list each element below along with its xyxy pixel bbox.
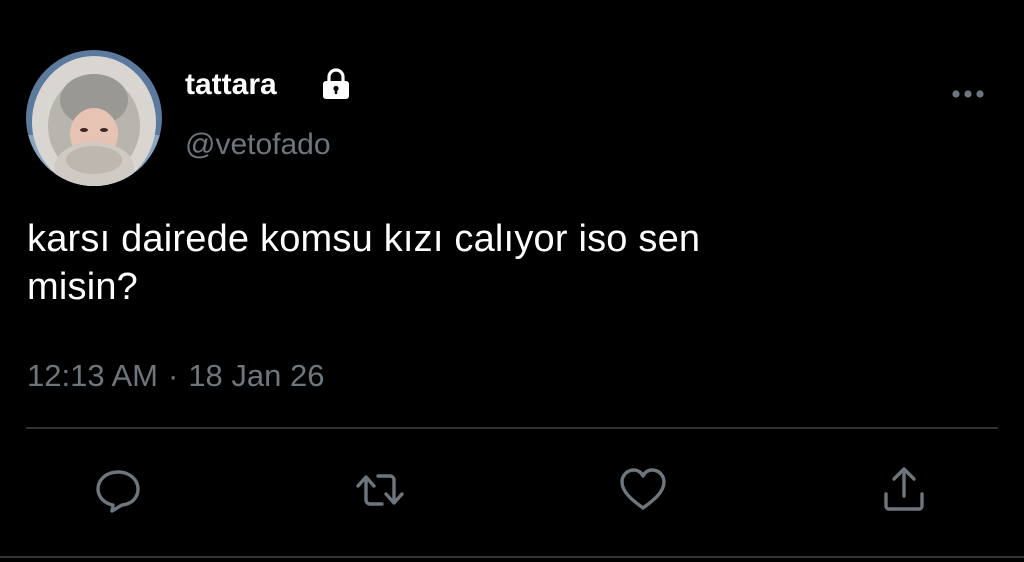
reply-button[interactable] [92, 464, 144, 516]
lock-icon [318, 66, 354, 102]
retweet-icon [356, 474, 404, 506]
avatar[interactable] [26, 50, 162, 186]
tweet-time[interactable]: 12:13 AM [27, 358, 158, 393]
tweet-text-line-2: misin? [27, 266, 139, 308]
tweet-date[interactable]: 18 Jan 26 [188, 358, 324, 393]
retweet-button[interactable] [354, 464, 406, 516]
share-button[interactable] [878, 464, 930, 516]
meta-separator: · [167, 358, 179, 393]
tweet-text-line-1: karsı dairede komsu kızı calıyor iso sen [27, 218, 701, 260]
display-name[interactable]: tattara [185, 67, 277, 103]
more-horizontal-icon[interactable] [946, 80, 990, 108]
tweet-text: karsı dairede komsu kızı calıyor iso sen… [27, 215, 987, 311]
reply-icon [96, 470, 140, 513]
heart-icon [620, 468, 666, 510]
divider [26, 427, 998, 429]
like-button[interactable] [617, 464, 669, 516]
bottom-divider [0, 556, 1024, 558]
user-handle[interactable]: @vetofado [185, 127, 331, 163]
share-icon [884, 467, 924, 511]
tweet-meta: 12:13 AM · 18 Jan 26 [27, 356, 324, 396]
tweet-card: tattara @vetofado karsı dairede komsu kı… [0, 0, 1024, 562]
